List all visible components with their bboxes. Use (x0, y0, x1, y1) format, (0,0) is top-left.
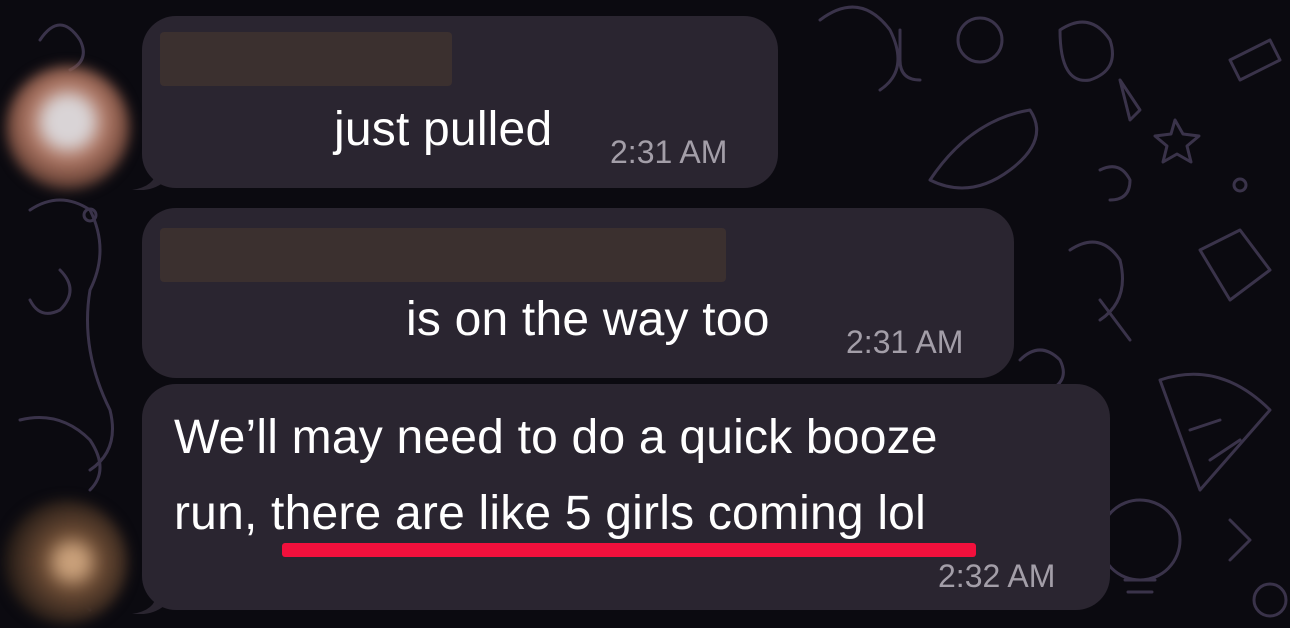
message-text: is on the way too (406, 293, 770, 346)
sender-avatar[interactable] (4, 500, 128, 624)
message-text-plain: lol (863, 487, 926, 540)
message-timestamp: 2:31 AM (846, 324, 964, 360)
message-timestamp: 2:31 AM (610, 134, 728, 170)
highlighted-text: there are like 5 girls coming (271, 487, 864, 540)
redacted-text (160, 32, 452, 86)
redacted-text (160, 228, 726, 282)
sender-avatar[interactable] (6, 66, 130, 190)
message-text-line-1: We’ll may need to do a quick booze (174, 411, 938, 464)
message-text: just pulled (334, 103, 553, 156)
red-underline-annotation (282, 543, 976, 557)
message-timestamp: 2:32 AM (938, 558, 1056, 594)
message-text-plain: run, (174, 487, 272, 540)
message-text-line-2: run, there are like 5 girls coming lol (174, 486, 926, 541)
